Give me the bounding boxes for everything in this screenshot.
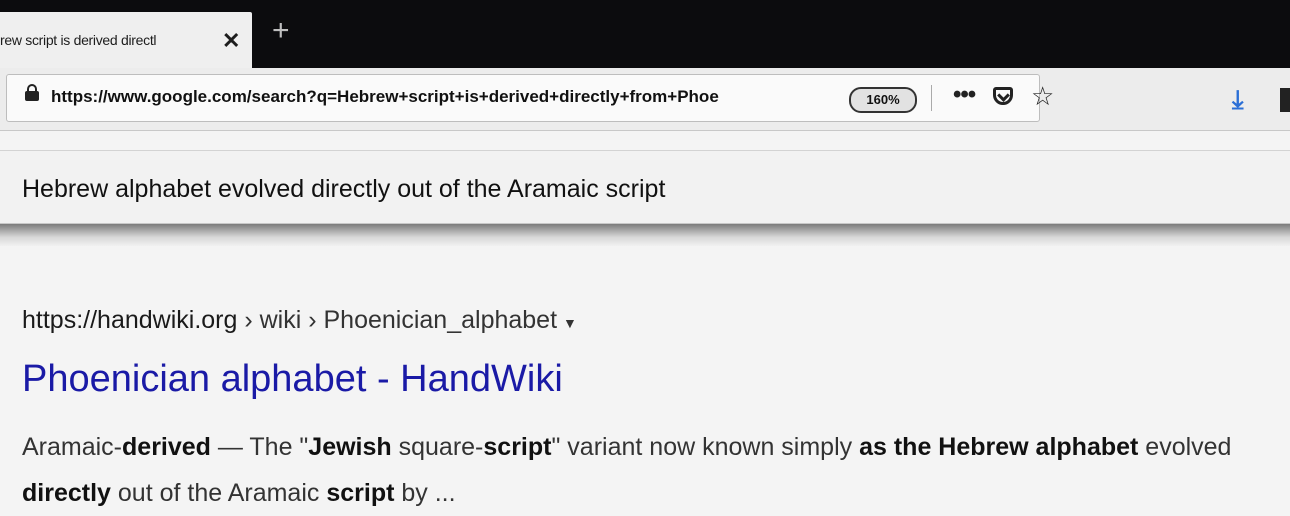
result-title-link[interactable]: Phoenician alphabet - HandWiki <box>22 358 563 401</box>
result-breadcrumb[interactable]: https://handwiki.org › wiki › Phoenician… <box>22 306 577 335</box>
navigation-bar: https://www.google.com/search?q=Hebrew+s… <box>0 68 1290 131</box>
snippet-text: " variant now known simply <box>551 433 860 461</box>
snippet-keyword: directly <box>22 479 111 507</box>
snippet-text: — The " <box>210 433 309 461</box>
result-snippet: Aramaic-derived — The "Jewish square-scr… <box>22 424 1284 516</box>
close-tab-icon[interactable]: ✕ <box>222 28 240 54</box>
address-bar-url[interactable]: https://www.google.com/search?q=Hebrew+s… <box>51 87 819 107</box>
page-actions-menu-icon[interactable]: ••• <box>953 81 976 109</box>
zoom-level-badge[interactable]: 160% <box>849 87 917 113</box>
new-tab-button[interactable]: + <box>272 14 290 48</box>
chevron-down-icon[interactable]: ▼ <box>563 315 577 331</box>
library-icon[interactable] <box>1280 88 1290 112</box>
snippet-keyword: script <box>483 433 552 461</box>
snippet-text: evolved <box>1138 433 1232 461</box>
snippet-text: square- <box>391 433 484 461</box>
download-icon[interactable]: ⤓ <box>1232 84 1244 116</box>
tab-title: rew script is derived directl <box>0 32 157 48</box>
bookmark-star-icon[interactable]: ☆ <box>1031 81 1054 112</box>
address-bar-divider <box>931 85 932 111</box>
result-path[interactable]: › wiki › Phoenician_alphabet <box>237 306 557 334</box>
snippet-text: by ... <box>394 479 456 507</box>
snippet-keyword: derived <box>122 433 211 461</box>
address-bar[interactable]: https://www.google.com/search?q=Hebrew+s… <box>6 74 1054 122</box>
answer-box-divider <box>0 224 1290 246</box>
featured-answer-box: Hebrew alphabet evolved directly out of … <box>0 150 1290 224</box>
snippet-text: Aramaic- <box>22 433 123 461</box>
lock-icon[interactable] <box>25 84 39 101</box>
tab-strip: rew script is derived directl ✕ + <box>0 0 1290 68</box>
result-host[interactable]: https://handwiki.org <box>22 306 237 334</box>
browser-tab-active[interactable]: rew script is derived directl ✕ <box>0 12 252 68</box>
featured-answer-text: Hebrew alphabet evolved directly out of … <box>22 175 666 203</box>
snippet-keyword: script <box>326 479 395 507</box>
snippet-text: out of the Aramaic <box>110 479 327 507</box>
snippet-keyword: as the Hebrew alphabet <box>859 433 1139 461</box>
pocket-icon[interactable] <box>993 87 1013 105</box>
snippet-keyword: Jewish <box>308 433 392 461</box>
